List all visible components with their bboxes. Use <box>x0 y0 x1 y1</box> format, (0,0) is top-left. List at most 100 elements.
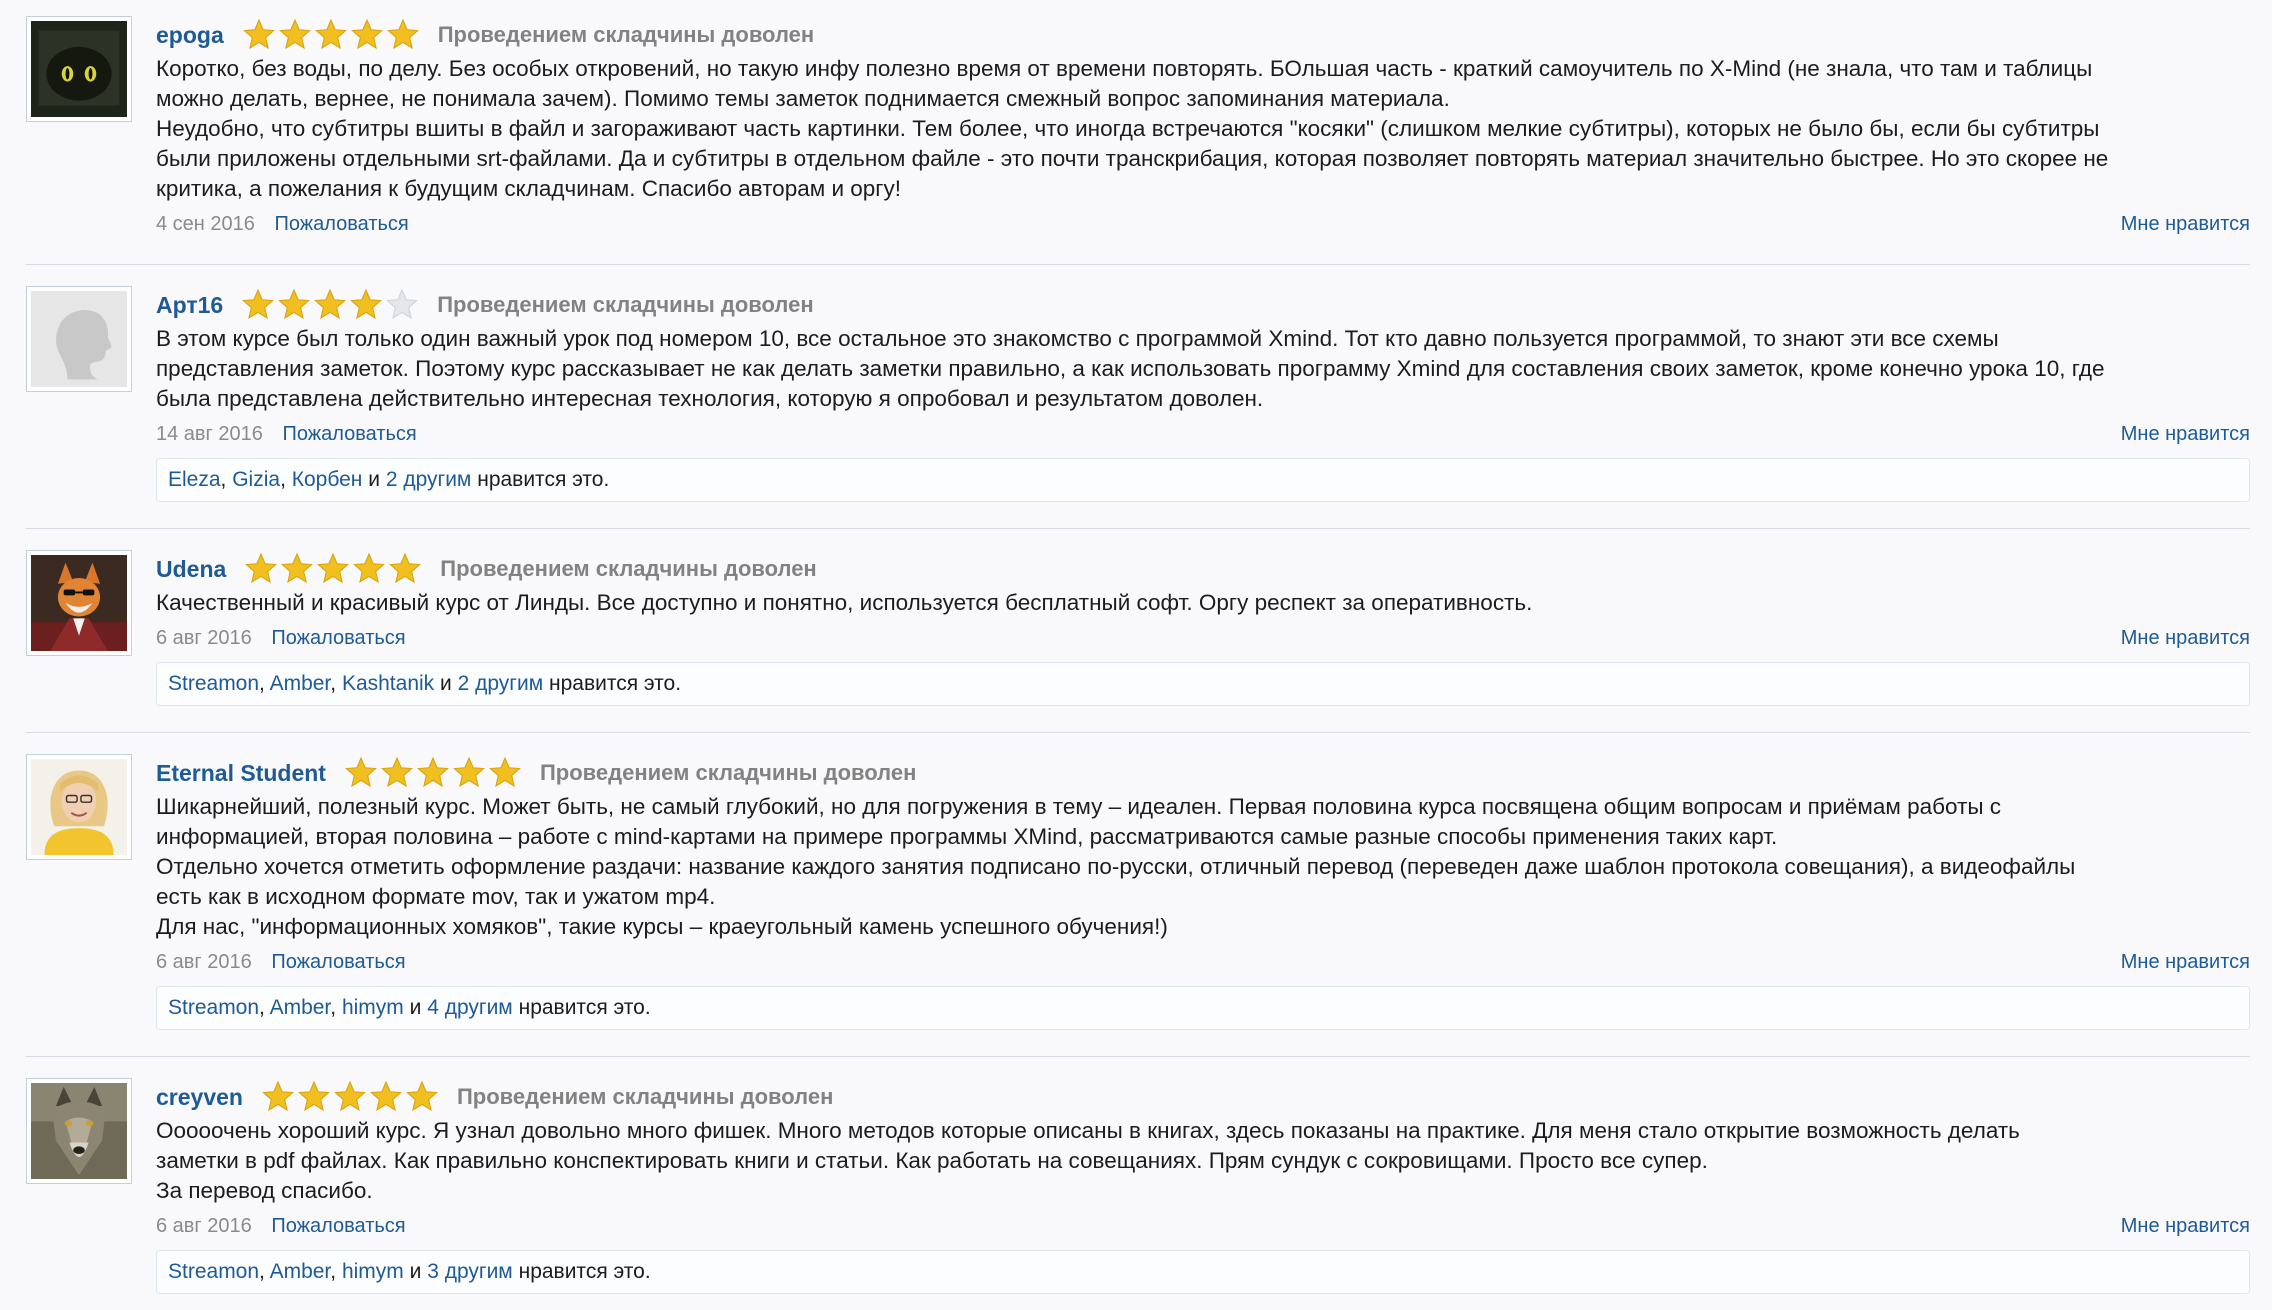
like-link[interactable]: Мне нравится <box>2121 942 2250 982</box>
user-avatar[interactable] <box>26 550 132 656</box>
review-line: Неудобно, что субтитры вшиты в файл и за… <box>156 116 2100 141</box>
star-filled-icon <box>386 18 419 50</box>
review-body: Ооооочень хороший курс. Я узнал довольно… <box>156 1116 2250 1206</box>
likes-and: и <box>440 672 452 695</box>
author-name[interactable]: epoga <box>156 22 224 49</box>
like-link[interactable]: Мне нравится <box>2121 414 2250 454</box>
user-avatar[interactable] <box>26 286 132 392</box>
liker-link[interactable]: Streamon <box>168 996 259 1019</box>
liker-link[interactable]: himym <box>342 996 404 1019</box>
star-filled-icon <box>278 288 311 320</box>
star-filled-icon <box>405 1080 438 1112</box>
report-link[interactable]: Пожаловаться <box>271 627 405 649</box>
likes-and: и <box>409 1260 422 1283</box>
rating-stars <box>242 18 422 52</box>
review-body: Качественный и красивый курс от Линды. В… <box>156 588 2250 618</box>
user-avatar[interactable] <box>26 754 132 860</box>
report-link[interactable]: Пожаловаться <box>282 423 416 445</box>
review-body: Шикарнейший, полезный курс. Может быть, … <box>156 792 2250 942</box>
likes-others-link[interactable]: 2 другим <box>458 672 544 695</box>
star-filled-icon <box>350 288 383 320</box>
rating-stars <box>244 552 424 586</box>
rating-text: Проведением складчины доволен <box>456 1084 834 1109</box>
likes-others-link[interactable]: 3 другим <box>427 1260 513 1283</box>
liker-link[interactable]: Amber <box>270 1260 331 1283</box>
liker-link[interactable]: Gizia <box>232 468 280 491</box>
rating-stars <box>344 756 524 790</box>
liker-link[interactable]: Streamon <box>168 672 259 695</box>
review-line: были приложены отдельными srt-файлами. Д… <box>156 146 2109 171</box>
review-line: За перевод спасибо. <box>156 1178 373 1203</box>
author-name[interactable]: Арт16 <box>156 292 223 319</box>
fox-in-suit-avatar <box>31 555 127 651</box>
review-line: можно делать, вернее, не понимала зачем)… <box>156 86 1450 111</box>
star-filled-icon <box>389 552 422 584</box>
star-filled-icon <box>416 756 449 788</box>
likes-suffix: нравится это. <box>518 1260 651 1283</box>
review-line: информацией, вторая половина – работе с … <box>156 824 1778 849</box>
default-silhouette-avatar <box>31 291 127 387</box>
cat-in-dark-avatar <box>31 21 127 117</box>
liker-link[interactable]: Streamon <box>168 1260 259 1283</box>
likes-others-link[interactable]: 2 другим <box>386 468 472 491</box>
star-filled-icon <box>380 756 413 788</box>
star-filled-icon <box>245 552 278 584</box>
report-link[interactable]: Пожаловаться <box>274 213 408 235</box>
review-date: 6 авг 2016 <box>156 951 252 973</box>
like-link[interactable]: Мне нравится <box>2121 618 2250 658</box>
liker-link[interactable]: Корбен <box>292 468 363 491</box>
review-line: критика, а пожелания к будущим складчина… <box>156 176 901 201</box>
review-date: 4 сен 2016 <box>156 213 255 235</box>
report-link[interactable]: Пожаловаться <box>271 1215 405 1237</box>
star-empty-icon <box>386 288 419 320</box>
like-link[interactable]: Мне нравится <box>2121 204 2250 244</box>
liker-link[interactable]: Amber <box>270 672 331 695</box>
star-filled-icon <box>353 552 386 584</box>
author-name[interactable]: Udena <box>156 556 226 583</box>
likes-summary: Streamon, Amber, Kashtanik и 2 другим нр… <box>156 662 2250 706</box>
report-link[interactable]: Пожаловаться <box>271 951 405 973</box>
rating-text: Проведением складчины доволен <box>539 760 917 785</box>
rating-text: Проведением складчины доволен <box>440 556 817 581</box>
user-avatar[interactable] <box>26 16 132 122</box>
likes-and: и <box>368 468 380 491</box>
liker-link[interactable]: himym <box>342 1260 404 1283</box>
likes-suffix: нравится это. <box>477 468 610 491</box>
divider <box>26 264 2250 265</box>
liker-link[interactable]: Eleza <box>168 468 221 491</box>
star-filled-icon <box>242 288 275 320</box>
user-avatar[interactable] <box>26 1078 132 1184</box>
blonde-woman-avatar <box>31 759 127 855</box>
review-line: есть как в исходном формате mov, так и у… <box>156 884 716 909</box>
author-name[interactable]: Eternal Student <box>156 760 326 787</box>
review-line: Для нас, "информационных хомяков", такие… <box>156 914 1168 939</box>
review-line: Коротко, без воды, по делу. Без особых о… <box>156 56 2093 81</box>
rating-text: Проведением складчины доволен <box>437 22 815 47</box>
star-filled-icon <box>369 1080 402 1112</box>
like-link[interactable]: Мне нравится <box>2121 1206 2250 1246</box>
divider <box>26 528 2250 529</box>
review-line: представления заметок. Поэтому курс расс… <box>156 356 2105 381</box>
likes-summary: Streamon, Amber, himym и 3 другим нравит… <box>156 1250 2250 1294</box>
review-line: Отдельно хочется отметить оформление раз… <box>156 854 2076 879</box>
wolf-avatar <box>31 1083 127 1179</box>
review-date: 6 авг 2016 <box>156 1215 252 1237</box>
liker-link[interactable]: Kashtanik <box>342 672 434 695</box>
liker-link[interactable]: Amber <box>270 996 331 1019</box>
likes-suffix: нравится это. <box>548 672 682 695</box>
review-line: Ооооочень хороший курс. Я узнал довольно… <box>156 1118 2020 1143</box>
review-line: заметки в pdf файлах. Как правильно конс… <box>156 1148 1708 1173</box>
likes-others-link[interactable]: 4 другим <box>427 996 513 1019</box>
author-name[interactable]: creyven <box>156 1084 243 1111</box>
star-filled-icon <box>317 552 350 584</box>
review-body: В этом курсе был только один важный урок… <box>156 324 2250 414</box>
divider <box>26 732 2250 733</box>
star-filled-icon <box>350 18 383 50</box>
likes-summary: Eleza, Gizia, Корбен и 2 другим нравится… <box>156 458 2250 502</box>
star-filled-icon <box>242 18 275 50</box>
review-line: была представлена действительно интересн… <box>156 386 1264 411</box>
reviews-feed: epoga Проведением складчины доволен Коро… <box>0 0 2272 1310</box>
star-filled-icon <box>297 1080 330 1112</box>
review-date: 6 авг 2016 <box>156 627 252 649</box>
review-line: Качественный и красивый курс от Линды. В… <box>156 590 1533 615</box>
